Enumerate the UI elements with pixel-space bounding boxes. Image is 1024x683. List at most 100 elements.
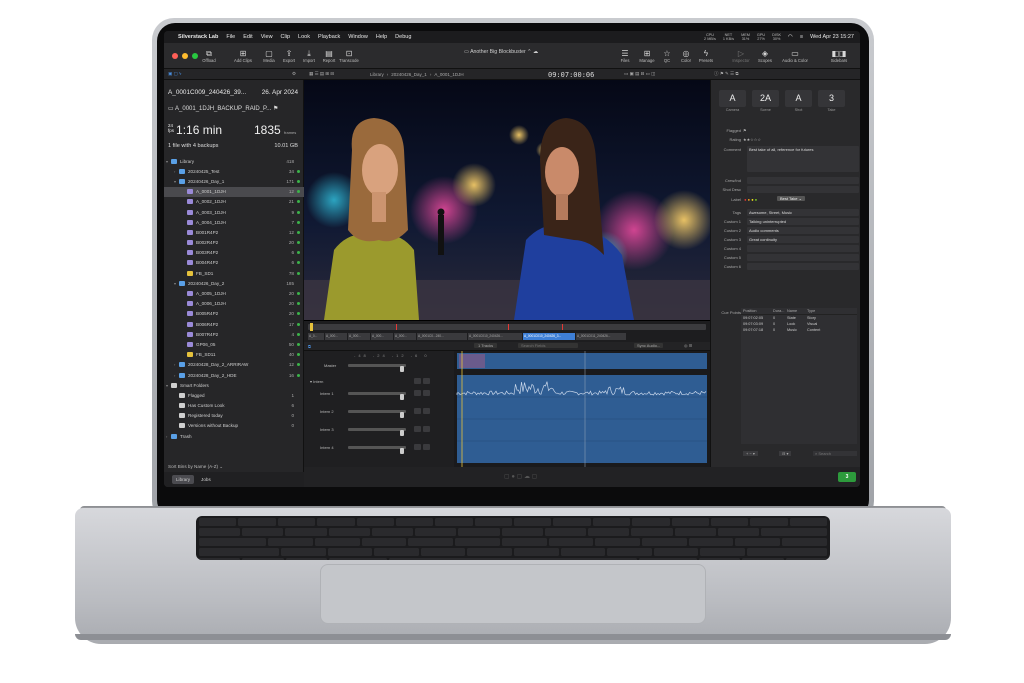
transcode-button[interactable]: ⊡ Transcode [334, 49, 364, 63]
library-view-icon[interactable]: ▣ ▢ ϟ [168, 71, 181, 77]
filmstrip-clip[interactable]: A_000... [394, 333, 416, 340]
scopes-button[interactable]: ◈ Scopes [750, 49, 780, 63]
mute-button[interactable] [414, 390, 421, 396]
control-center-icon[interactable]: ≡ [800, 34, 803, 40]
sidebar-tree-item[interactable]: ▾ Library 418 [164, 156, 304, 166]
sidebar-tree-item[interactable]: A_0001_1DJH 12 [164, 186, 304, 197]
settings-gear-icon[interactable]: ⚙ [292, 71, 296, 77]
flag-icon[interactable]: ⚑ [743, 128, 747, 133]
channel-fader[interactable] [348, 392, 406, 400]
mute-button[interactable] [414, 378, 421, 384]
search-fields-input[interactable]: Search Fields [518, 343, 578, 348]
solo-button[interactable] [423, 426, 430, 432]
menu-look[interactable]: Look [298, 34, 310, 40]
solo-button[interactable] [423, 408, 430, 414]
filmstrip-clip[interactable]: A_0001C010_240426_3... [523, 333, 575, 340]
cue-options-button[interactable]: ⊟ ▾ [779, 451, 792, 456]
sidebar-tree-item[interactable]: FB_SD1 78 [164, 268, 304, 278]
sidebar-tree-item[interactable]: ▾ Smart Folders [164, 380, 304, 390]
audio-color-button[interactable]: ▭ Audio & Color [780, 49, 810, 63]
menu-help[interactable]: Help [376, 34, 387, 40]
sidebars-button[interactable]: ◧◨ Sidebars [824, 49, 854, 63]
mute-button[interactable] [414, 444, 421, 450]
label-color-dots[interactable]: ● ● ● ● [744, 197, 757, 202]
sidebar-tree-item[interactable]: A_0002_1DJH 21 [164, 197, 304, 207]
sort-bins-dropdown[interactable]: Sort Bins by Name (A-Z) ⌄ [164, 461, 304, 472]
breadcrumb-clip[interactable]: A_0001_1DJH [434, 72, 463, 77]
sidebar-tree-item[interactable]: B006R4P2 17 [164, 319, 304, 329]
sidebar-tree-item[interactable]: A_0003_1DJH 9 [164, 207, 304, 217]
custom-4-field[interactable] [747, 245, 859, 252]
sidebar-tree-item[interactable]: › 20240428_Day_2_HDE 16 [164, 370, 304, 380]
menu-file[interactable]: File [226, 34, 235, 40]
filmstrip-clip[interactable]: A_000... [325, 333, 347, 340]
filmstrip-clip[interactable]: A_0001C010_240426... [468, 333, 522, 340]
sidebar-tree-item[interactable]: B003R4P2 6 [164, 248, 304, 258]
wifi-icon[interactable]: ◠ [788, 34, 793, 40]
solo-button[interactable] [423, 378, 430, 384]
menu-clip[interactable]: Clip [281, 34, 290, 40]
channel-fader[interactable] [348, 446, 406, 454]
add-remove-cue-buttons[interactable]: + − ▾ [743, 451, 758, 456]
sidebar-tree-item[interactable]: B002R4P2 20 [164, 238, 304, 248]
breadcrumb-day[interactable]: 20240426_Day_1 [391, 72, 427, 77]
status-badge[interactable]: 3 [838, 472, 856, 482]
menu-playback[interactable]: Playback [318, 34, 340, 40]
audio-settings-icon[interactable]: ◎ ☰ [684, 343, 692, 348]
tracks-dropdown[interactable]: 1 Tracks [474, 343, 498, 348]
menu-window[interactable]: Window [348, 34, 368, 40]
filmstrip-clip[interactable]: A_0001C011_240426... [576, 333, 626, 340]
table-row[interactable]: 09:07:07:18 0 Music Content [741, 327, 857, 333]
sidebar-tree-item[interactable]: A_0004_1DJH 7 [164, 217, 304, 227]
sidebar-tree-item[interactable]: ▾ 20240426_Day_2 185 [164, 278, 304, 288]
custom-6-field[interactable] [747, 263, 859, 270]
sidebar-tree-item[interactable]: A_0005_1DJH 20 [164, 288, 304, 298]
channel-fader[interactable] [348, 410, 406, 418]
take-field[interactable]: 3 Take [818, 90, 845, 112]
sidebar-tree-item[interactable]: FB_SD11 40 [164, 350, 304, 360]
solo-button[interactable] [423, 444, 430, 450]
sidebar-tree-item[interactable]: › 20240425_Test 34 [164, 166, 304, 176]
clock[interactable]: Wed Apr 23 15:27 [810, 34, 854, 40]
sync-audio-button[interactable]: Sync Audio... [634, 343, 664, 348]
menu-view[interactable]: View [261, 34, 273, 40]
viewer-mode-icons[interactable]: ▭ ▣ ▤ ⊟ ▭ ◫ [624, 71, 655, 77]
sidebar-tree-item[interactable]: B004R4P2 6 [164, 258, 304, 268]
playback-controls[interactable]: ▢ ● ▢ ☁ ▢ [504, 473, 537, 480]
audio-waveform[interactable] [454, 351, 710, 467]
filmstrip-clip[interactable]: A_0... [308, 333, 324, 340]
timeline-scrubber[interactable] [308, 323, 706, 331]
filmstrip-clip[interactable]: A_000... [371, 333, 393, 340]
sidebar-tree-item[interactable]: B005R4P2 20 [164, 309, 304, 319]
sidebar-tree-item[interactable]: › 20240428_Day_2_ARRIRAW 12 [164, 360, 304, 370]
channel-fader[interactable] [348, 428, 406, 436]
breadcrumb-library[interactable]: Library [370, 72, 384, 77]
tab-jobs[interactable]: Jobs [197, 475, 215, 484]
mute-button[interactable] [414, 426, 421, 432]
master-fader-knob[interactable] [400, 365, 404, 372]
fader-knob[interactable] [400, 447, 404, 454]
comment-field[interactable]: Best take of all, reference for futures [747, 146, 859, 172]
fader-knob[interactable] [400, 411, 404, 418]
label-dropdown[interactable]: Best Take ⌄ [777, 196, 805, 201]
filmstrip-clip[interactable]: A_000... [348, 333, 370, 340]
menu-debug[interactable]: Debug [395, 34, 411, 40]
offload-button[interactable]: ⧉ Offload [194, 49, 224, 63]
custom-2-field[interactable]: Audio comments [747, 227, 859, 234]
fader-knob[interactable] [400, 429, 404, 436]
crew-field[interactable] [747, 177, 859, 184]
sidebar-tree-item[interactable]: Flagged 1 [164, 390, 304, 400]
close-window-button[interactable] [172, 53, 178, 59]
custom-5-field[interactable] [747, 254, 859, 261]
shot-desc-field[interactable] [747, 186, 859, 193]
tags-field[interactable]: Awesome, Street, Music [747, 209, 859, 216]
presets-button[interactable]: ϟ Presets [691, 49, 721, 63]
mute-button[interactable] [414, 408, 421, 414]
sidebar-tree-item[interactable]: Versions without Backup 0 [164, 421, 304, 431]
camera-field[interactable]: A Camera [719, 90, 746, 112]
filmstrip-clip[interactable]: A_0001C0...240... [417, 333, 467, 340]
sidebar-tree-item[interactable]: B007R4P2 4 [164, 329, 304, 339]
minimize-window-button[interactable] [182, 53, 188, 59]
shot-field[interactable]: A Shot [785, 90, 812, 112]
solo-button[interactable] [423, 390, 430, 396]
